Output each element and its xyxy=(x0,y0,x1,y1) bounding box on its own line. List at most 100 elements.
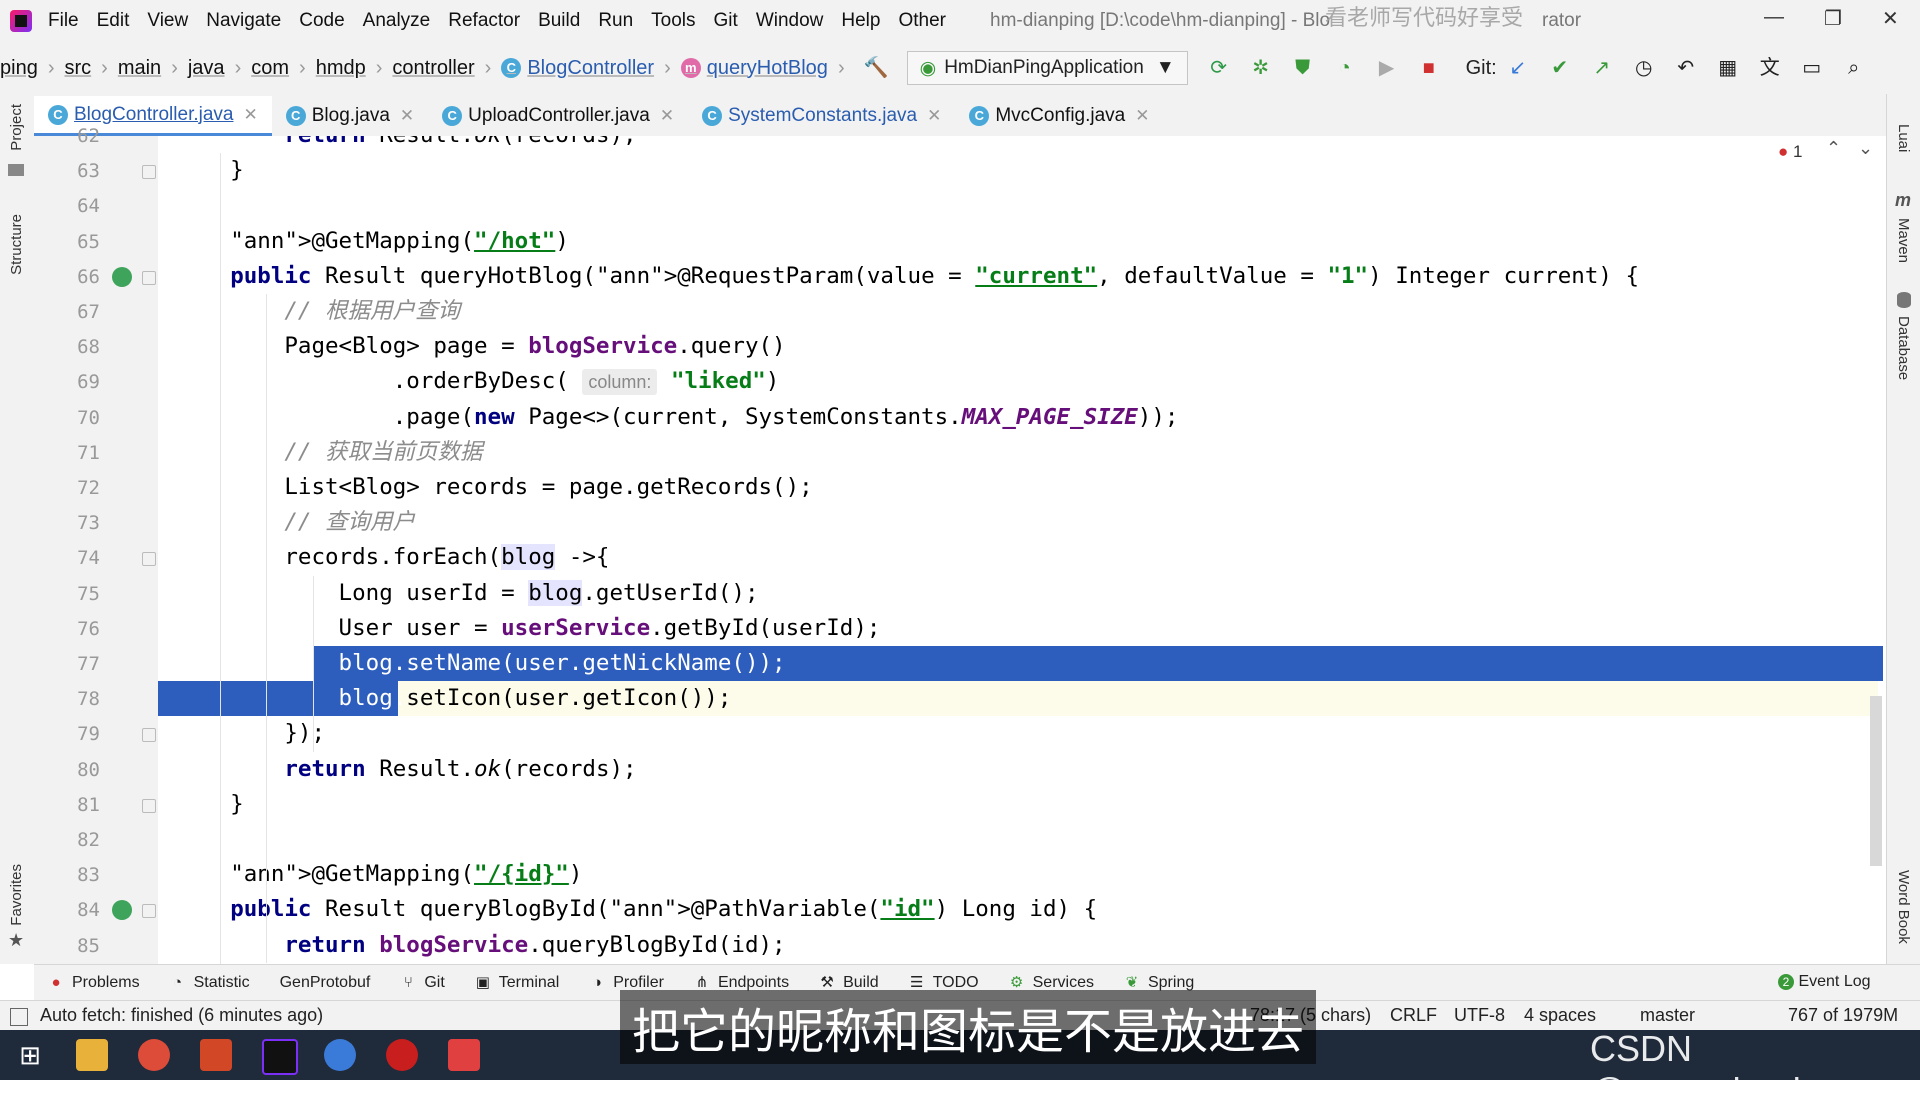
project-tool-button[interactable]: Project xyxy=(8,104,25,151)
previous-highlight-icon[interactable]: ⌃ xyxy=(1826,138,1841,159)
code-line[interactable]: "ann">@GetMapping("/{id}") xyxy=(176,857,582,892)
git-update-icon[interactable]: ↙ xyxy=(1506,56,1530,80)
code-line[interactable]: // 根据用户查询 xyxy=(176,294,460,329)
database-tool-button[interactable]: Database xyxy=(1895,316,1912,380)
project-structure-icon[interactable]: ▦ xyxy=(1716,56,1740,80)
redis-icon[interactable] xyxy=(386,1039,418,1071)
breadcrumb-method[interactable]: m queryHotBlog xyxy=(680,57,828,80)
search-icon[interactable]: ⌕ xyxy=(1842,56,1866,80)
genprotobuf-tool-button[interactable]: GenProtobuf xyxy=(280,974,371,992)
build-hammer-icon[interactable]: 🔨 xyxy=(864,56,889,80)
history-icon[interactable]: ◷ xyxy=(1632,56,1656,80)
code-line[interactable]: } xyxy=(176,153,244,188)
run-icon[interactable]: ▶ xyxy=(1375,56,1399,80)
menu-refactor[interactable]: Refactor xyxy=(448,10,520,32)
tab-uploadcontroller[interactable]: C UploadController.java ✕ xyxy=(428,96,688,136)
code-line[interactable]: "ann">@GetMapping("/hot") xyxy=(176,224,569,259)
code-line[interactable]: }); xyxy=(176,716,325,751)
code-line[interactable]: } xyxy=(176,787,244,822)
close-tab-icon[interactable]: ✕ xyxy=(400,106,414,126)
fold-marker-icon[interactable] xyxy=(142,904,156,919)
terminal-tool-button[interactable]: ▣ Terminal xyxy=(475,974,560,992)
close-tab-icon[interactable]: ✕ xyxy=(243,105,257,125)
git-commit-icon[interactable]: ✔ xyxy=(1548,56,1572,80)
wordbook-tool-button[interactable]: Word Book xyxy=(1895,870,1912,944)
event-log-button[interactable]: 2 Event Log xyxy=(1778,973,1871,991)
code-line[interactable]: .page(new Page<>(current, SystemConstant… xyxy=(176,400,1179,435)
code-line[interactable]: return Result.ok(records); xyxy=(176,136,636,153)
statistic-tool-button[interactable]: ◔ Statistic xyxy=(170,974,250,992)
structure-tool-button[interactable]: Structure xyxy=(8,214,25,275)
close-window-button[interactable]: ✕ xyxy=(1882,6,1899,31)
close-tab-icon[interactable]: ✕ xyxy=(1135,106,1149,126)
translate-icon[interactable]: 文 xyxy=(1758,56,1782,80)
luai-tool-button[interactable]: Luai xyxy=(1895,124,1912,152)
spring-mapping-gutter-icon[interactable] xyxy=(112,900,132,921)
menu-git[interactable]: Git xyxy=(714,10,738,32)
breadcrumb-main[interactable]: main xyxy=(118,57,161,80)
presentation-icon[interactable]: ▭ xyxy=(1800,56,1824,80)
breadcrumb-java[interactable]: java xyxy=(188,57,225,80)
code-line[interactable]: public Result queryBlogById("ann">@PathV… xyxy=(176,892,1097,927)
fold-marker-icon[interactable] xyxy=(142,728,156,743)
restore-button[interactable]: ❐ xyxy=(1824,6,1842,31)
browser-icon[interactable] xyxy=(324,1039,356,1071)
code-line[interactable]: records.forEach(blog ->{ xyxy=(176,540,609,575)
status-toggle-icon[interactable] xyxy=(10,1008,28,1026)
close-tab-icon[interactable]: ✕ xyxy=(927,106,941,126)
tab-systemconstants[interactable]: C SystemConstants.java ✕ xyxy=(688,96,955,136)
breadcrumb-src[interactable]: src xyxy=(64,57,91,80)
file-encoding[interactable]: UTF-8 xyxy=(1454,1005,1505,1026)
menu-view[interactable]: View xyxy=(147,10,188,32)
fold-marker-icon[interactable] xyxy=(142,270,156,285)
rollback-icon[interactable]: ↶ xyxy=(1674,56,1698,80)
menu-navigate[interactable]: Navigate xyxy=(206,10,281,32)
menu-build[interactable]: Build xyxy=(538,10,580,32)
profile-icon[interactable]: ◔ xyxy=(1333,56,1357,80)
menu-window[interactable]: Window xyxy=(756,10,824,32)
code-line[interactable]: User user = userService.getById(userId); xyxy=(176,611,881,646)
code-line[interactable]: public Result queryHotBlog("ann">@Reques… xyxy=(176,259,1639,294)
error-indicator[interactable]: ● 1 xyxy=(1778,142,1802,162)
code-line[interactable]: Page<Blog> page = blogService.query() xyxy=(176,329,785,364)
code-line[interactable]: Long userId = blog.getUserId(); xyxy=(176,576,759,611)
menu-code[interactable]: Code xyxy=(299,10,344,32)
menu-other[interactable]: Other xyxy=(898,10,946,32)
chrome-icon[interactable] xyxy=(138,1039,170,1071)
next-highlight-icon[interactable]: ⌄ xyxy=(1858,138,1873,159)
coverage-icon[interactable]: ⛊ xyxy=(1291,56,1315,80)
menu-analyze[interactable]: Analyze xyxy=(363,10,431,32)
debug-icon[interactable]: ✲ xyxy=(1249,56,1273,80)
code-line[interactable]: // 查询用户 xyxy=(176,505,415,540)
code-line[interactable]: blog.setName(user.getNickName()); xyxy=(176,646,786,681)
menu-help[interactable]: Help xyxy=(841,10,880,32)
tab-mvcconfig[interactable]: C MvcConfig.java ✕ xyxy=(955,96,1163,136)
maven-tool-button[interactable]: Maven xyxy=(1895,218,1912,263)
breadcrumb-controller[interactable]: controller xyxy=(392,57,474,80)
menu-edit[interactable]: Edit xyxy=(97,10,130,32)
git-branch[interactable]: master xyxy=(1640,1005,1695,1026)
git-tool-button[interactable]: ⑂ Git xyxy=(400,974,445,992)
tab-blog[interactable]: C Blog.java ✕ xyxy=(272,96,428,136)
windows-start-icon[interactable]: ⊞ xyxy=(14,1039,46,1071)
rerun-icon[interactable]: ⟳ xyxy=(1207,56,1231,80)
code-line[interactable]: blog.setIcon(user.getIcon()); xyxy=(176,681,732,716)
app-icon[interactable] xyxy=(448,1039,480,1071)
menu-file[interactable]: File xyxy=(48,10,79,32)
code-line[interactable]: return blogService.queryBlogById(id); xyxy=(176,928,785,963)
fold-marker-icon[interactable] xyxy=(142,798,156,813)
indent-setting[interactable]: 4 spaces xyxy=(1524,1005,1596,1026)
breadcrumb-com[interactable]: com xyxy=(251,57,289,80)
menu-tools[interactable]: Tools xyxy=(651,10,695,32)
close-tab-icon[interactable]: ✕ xyxy=(660,106,674,126)
minimize-button[interactable]: — xyxy=(1764,6,1784,29)
run-configuration-select[interactable]: ◉ HmDianPingApplication ▼ xyxy=(906,51,1188,85)
git-push-icon[interactable]: ↗ xyxy=(1590,56,1614,80)
fold-marker-icon[interactable] xyxy=(142,165,156,180)
line-separator[interactable]: CRLF xyxy=(1390,1005,1437,1026)
code-line[interactable]: return Result.ok(records); xyxy=(176,752,636,787)
favorites-tool-button[interactable]: Favorites xyxy=(8,864,25,926)
breadcrumb-class[interactable]: C BlogController xyxy=(501,57,654,80)
menu-run[interactable]: Run xyxy=(598,10,633,32)
spring-mapping-gutter-icon[interactable] xyxy=(112,266,132,287)
